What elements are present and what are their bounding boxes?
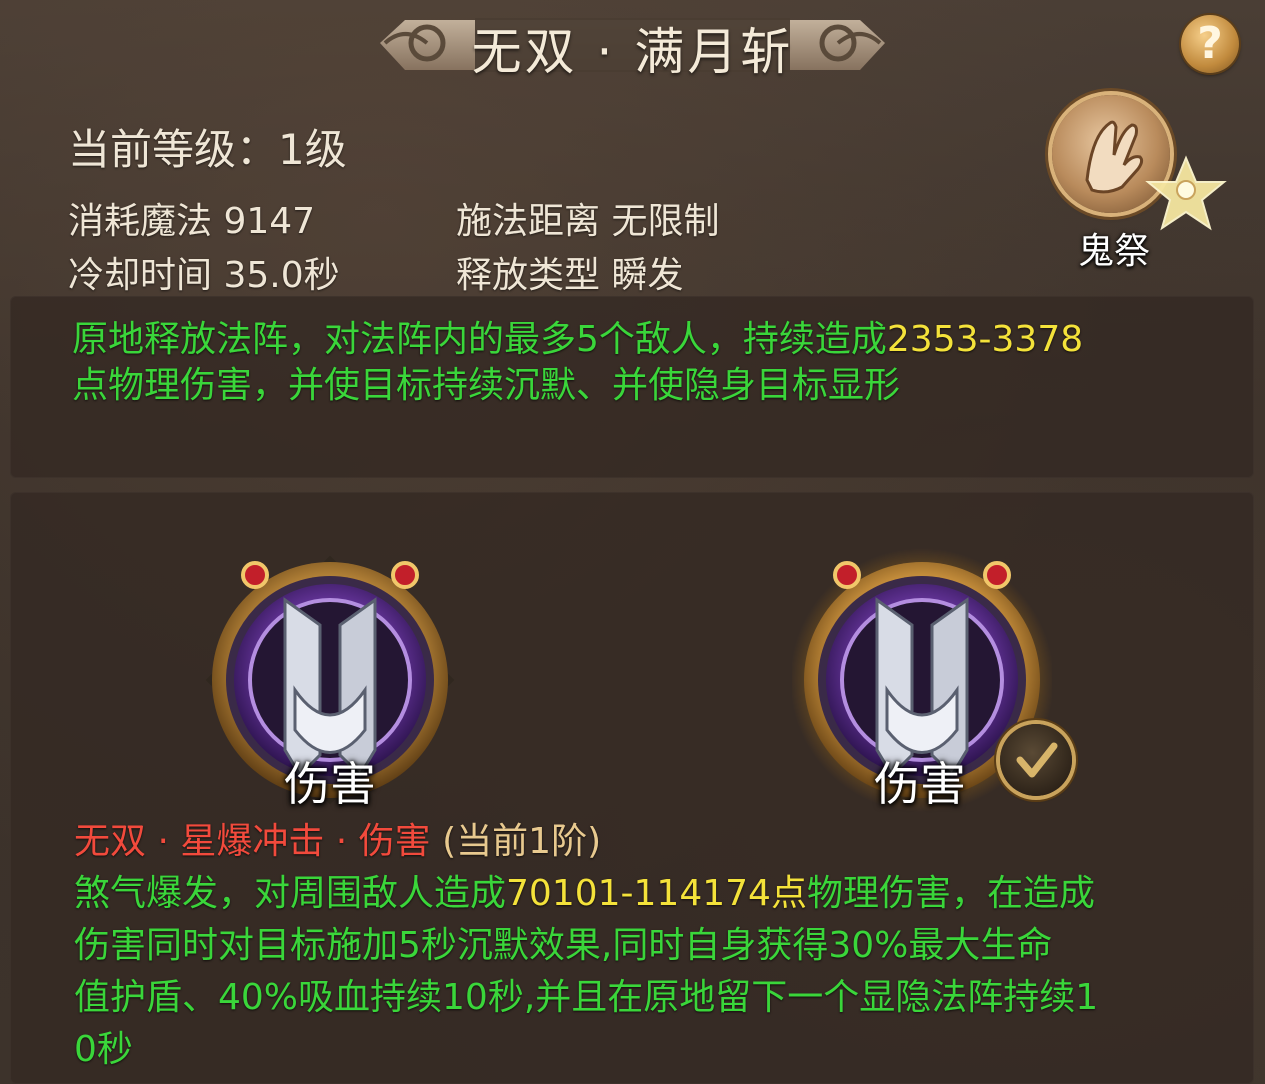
cooldown-row: 冷却时间 35.0秒 bbox=[68, 246, 340, 298]
rune-detail-title: 无双 · 星爆冲击 · 伤害 (当前1阶) bbox=[74, 812, 601, 864]
cast-type-value: 瞬发 bbox=[611, 255, 684, 296]
rune-damage-range: 70101-114174点 bbox=[506, 873, 807, 914]
rune-detail-line-2: 伤害同时对目标施加5秒沉默效果,同时自身获得30%最大生命 bbox=[74, 925, 1053, 966]
range-value: 无限制 bbox=[611, 201, 720, 242]
level-row: 当前等级：1级 bbox=[68, 116, 347, 177]
cooldown-label: 冷却时间 bbox=[68, 255, 213, 296]
mana-label: 消耗魔法 bbox=[68, 201, 213, 242]
mana-row: 消耗魔法 9147 bbox=[68, 192, 315, 244]
cooldown-value: 35.0秒 bbox=[223, 255, 340, 296]
checkmark-icon bbox=[1016, 742, 1058, 778]
rune-option-1-label: 伤害 bbox=[284, 757, 376, 811]
description-line-2: 点物理伤害，并使目标持续沉默、并使隐身目标显形 bbox=[72, 365, 901, 406]
level-label: 当前等级： bbox=[68, 125, 279, 174]
description-text: 原地释放法阵，对法阵内的最多5个敌人，持续造成 bbox=[72, 319, 887, 360]
rune-name: 无双 · 星爆冲击 · 伤害 bbox=[74, 821, 431, 862]
emblem-icon bbox=[1145, 155, 1227, 231]
rune-detail-line-3: 值护盾、40%吸血持续10秒,并且在原地留下一个显隐法阵持续1 bbox=[74, 977, 1099, 1018]
cast-type-label: 释放类型 bbox=[456, 255, 601, 296]
range-label: 施法距离 bbox=[456, 201, 601, 242]
mana-value: 9147 bbox=[223, 201, 316, 242]
rune-detail-text-b: 物理伤害，在造成 bbox=[806, 873, 1095, 914]
level-value: 1级 bbox=[278, 125, 347, 174]
cast-type-row: 释放类型 瞬发 bbox=[456, 246, 683, 298]
skill-badge-name: 鬼祭 bbox=[1078, 231, 1151, 272]
damage-range: 2353-3378 bbox=[886, 319, 1084, 360]
help-button[interactable]: ? bbox=[1181, 15, 1239, 73]
rune-detail-text-a: 煞气爆发，对周围敌人造成 bbox=[74, 873, 507, 914]
skill-detail-panel: 无双 · 满月斩 ? 当前等级：1级 消耗魔法 9147 冷却时间 35.0秒 … bbox=[0, 0, 1265, 1084]
rune-tier: (当前1阶) bbox=[442, 821, 602, 862]
page-title: 无双 · 满月斩 bbox=[471, 23, 794, 81]
rune-detail-line-1: 煞气爆发，对周围敌人造成70101-114174点物理伤害，在造成 bbox=[74, 864, 1095, 916]
range-row: 施法距离 无限制 bbox=[456, 192, 719, 244]
title-banner: 无双 · 满月斩 bbox=[365, 0, 900, 86]
rune-detail-line-4: 0秒 bbox=[74, 1029, 133, 1070]
description-line-1: 原地释放法阵，对法阵内的最多5个敌人，持续造成2353-3378 bbox=[72, 310, 1083, 362]
selected-check-icon bbox=[1000, 724, 1072, 796]
rune-option-2-label: 伤害 bbox=[874, 757, 966, 811]
